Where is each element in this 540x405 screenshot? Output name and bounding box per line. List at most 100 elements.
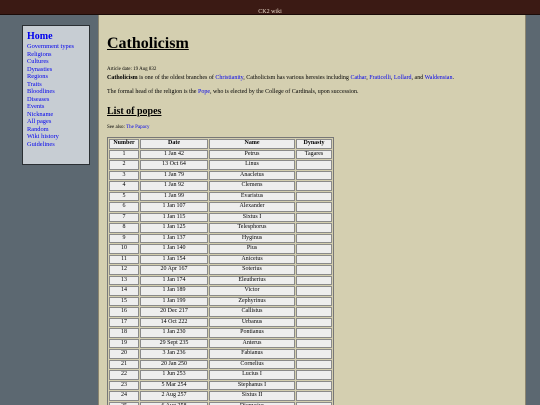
cell-date: 2 Aug 257	[140, 391, 208, 401]
cell-date: 29 Sept 235	[140, 338, 208, 348]
sidebar-item-government-types[interactable]: Government types	[27, 43, 85, 51]
cell-dynasty	[296, 244, 332, 254]
cell-dynasty	[296, 212, 332, 222]
cell-date: 20 Dec 217	[140, 307, 208, 317]
sidebar-item-events[interactable]: Events	[27, 103, 85, 111]
sidebar-item-cultures[interactable]: Cultures	[27, 58, 85, 66]
cell-name: Sixtus II	[209, 391, 295, 401]
sidebar-home-link[interactable]: Home	[27, 31, 85, 42]
cell-number: 16	[109, 307, 139, 317]
cell-name: Anterus	[209, 338, 295, 348]
cell-name: Pontianus	[209, 328, 295, 338]
cell-number: 1	[109, 149, 139, 159]
cell-number: 8	[109, 223, 139, 233]
table-row: 24 2 Aug 257 Sixtus II	[109, 391, 332, 401]
sidebar-item-bloodlines[interactable]: Bloodlines	[27, 88, 85, 96]
cell-date: 20 Jan 250	[140, 359, 208, 369]
table-row: 22 1 Jun 253 Lucius I	[109, 370, 332, 380]
cell-dynasty	[296, 170, 332, 180]
link-lollard[interactable]: Lollard	[394, 75, 412, 81]
cell-name: Callistus	[209, 307, 295, 317]
cell-date: 1 Jan 230	[140, 328, 208, 338]
cell-dynasty	[296, 359, 332, 369]
cell-dynasty	[296, 317, 332, 327]
cell-date: 3 Jan 236	[140, 349, 208, 359]
cell-dynasty	[296, 380, 332, 390]
cell-name: Lucius I	[209, 370, 295, 380]
cell-dynasty	[296, 401, 332, 405]
cell-number: 3	[109, 170, 139, 180]
sidebar-item-traits[interactable]: Traits	[27, 81, 85, 89]
cell-name: Zephyrinus	[209, 296, 295, 306]
popes-table: Number Date Name Dynasty 11 Jan 42 Petrus…	[107, 137, 334, 405]
cell-dynasty	[296, 275, 332, 285]
head-text: , who is elected by the College of Cardi…	[209, 89, 359, 95]
page: Home Government types Religions Cultures Dy…	[0, 15, 540, 405]
sidebar-item-guidelines[interactable]: Guidelines	[27, 141, 85, 149]
column-header-date[interactable]: Date	[140, 139, 208, 149]
cell-name: Evaristus	[209, 191, 295, 201]
cell-number: 22	[109, 370, 139, 380]
column-header-number[interactable]: Number	[109, 139, 139, 149]
table-row: 19 29 Sept 235 Anterus	[109, 338, 332, 348]
table-row: 10 1 Jan 140 Pius	[109, 244, 332, 254]
cell-number: 5	[109, 191, 139, 201]
sidebar-item-diseases[interactable]: Diseases	[27, 96, 85, 104]
cell-number: 2	[109, 160, 139, 170]
intro-text: .	[452, 75, 454, 81]
sidebar-item-regions[interactable]: Regions	[27, 73, 85, 81]
cell-name: Anacletus	[209, 170, 295, 180]
table-row: 13 1 Jan 174 Eleutherius	[109, 275, 332, 285]
cell-number: 20	[109, 349, 139, 359]
sidebar-item-religions[interactable]: Religions	[27, 51, 85, 59]
cell-number: 19	[109, 338, 139, 348]
cell-number: 13	[109, 275, 139, 285]
cell-name: Telesphorus	[209, 223, 295, 233]
table-row: 11 1 Jan 154 Anicetus	[109, 254, 332, 264]
cell-name: Pius	[209, 244, 295, 254]
cell-date: 1 Jan 199	[140, 296, 208, 306]
sidebar-item-random[interactable]: Random	[27, 126, 85, 134]
cell-date: 5 Mar 254	[140, 380, 208, 390]
cell-number: 7	[109, 212, 139, 222]
cell-dynasty	[296, 338, 332, 348]
sidebar-item-all-pages[interactable]: All pages	[27, 118, 85, 126]
table-row: 256 Aug 258Dionysius	[109, 401, 332, 405]
link-the-papacy[interactable]: The Papacy	[126, 125, 149, 130]
cell-date: 20 Apr 167	[140, 265, 208, 275]
link-pope[interactable]: Pope	[198, 89, 210, 95]
cell-date: 14 Oct 222	[140, 317, 208, 327]
link-christianity[interactable]: Christianity	[215, 75, 243, 81]
cell-date: 1 Jan 140	[140, 244, 208, 254]
cell-dynasty: Tagares	[296, 149, 332, 159]
cell-dynasty	[296, 223, 332, 233]
cell-name: Hyginus	[209, 233, 295, 243]
cell-name: Eleutherius	[209, 275, 295, 285]
sidebar-item-dynasties[interactable]: Dynasties	[27, 66, 85, 74]
cell-date: 1 Jan 189	[140, 286, 208, 296]
link-fraticelli[interactable]: Fraticelli	[369, 75, 391, 81]
cell-dynasty	[296, 328, 332, 338]
sidebar-nav: Home Government types Religions Cultures Dy…	[22, 25, 90, 165]
sidebar-item-wiki-history[interactable]: Wiki history	[27, 133, 85, 141]
link-waldensian[interactable]: Waldensian	[425, 75, 453, 81]
section-heading-list-of-popes: List of popes	[107, 106, 162, 117]
column-header-dynasty[interactable]: Dynasty	[296, 139, 332, 149]
cell-dynasty	[296, 160, 332, 170]
cell-date: 1 Jan 115	[140, 212, 208, 222]
cell-dynasty	[296, 202, 332, 212]
column-header-name[interactable]: Name	[209, 139, 295, 149]
cell-date: 1 Jan 99	[140, 191, 208, 201]
sidebar-item-nickname[interactable]: Nickname	[27, 111, 85, 119]
link-cathar[interactable]: Cathar	[350, 75, 366, 81]
main-content: Catholicism Article date: 19 Aug 832 Cat…	[98, 15, 526, 405]
head-paragraph: The formal head of the religion is the P…	[107, 88, 515, 96]
see-also-label: See also:	[107, 125, 127, 130]
table-row: 15 1 Jan 199 Zephyrinus	[109, 296, 332, 306]
table-row: 51 Jan 99 Evaristus	[109, 191, 332, 201]
table-row: 21 20 Jan 250 Cornelius	[109, 359, 332, 369]
cell-dynasty	[296, 233, 332, 243]
intro-text: , Catholicism has various heresies inclu…	[243, 75, 351, 81]
intro-text: , and	[411, 75, 425, 81]
cell-date: 1 Jan 125	[140, 223, 208, 233]
